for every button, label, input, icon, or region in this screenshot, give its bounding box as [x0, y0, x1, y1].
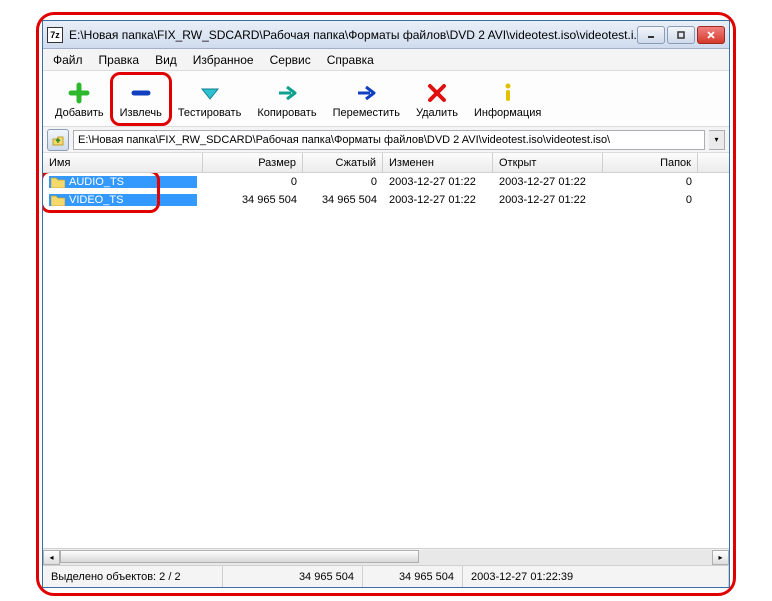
menu-file[interactable]: Файл	[45, 51, 91, 69]
row-name: AUDIO_TS	[69, 176, 124, 188]
menu-favorites[interactable]: Избранное	[185, 51, 262, 69]
title-bar: 7z E:\Новая папка\FIX_RW_SDCARD\Рабочая …	[43, 21, 729, 49]
close-icon	[706, 30, 716, 40]
col-modified[interactable]: Изменен	[383, 153, 493, 172]
move-label: Переместить	[333, 107, 400, 119]
col-folders[interactable]: Папок	[603, 153, 698, 172]
window-controls	[637, 26, 725, 44]
row-opened: 2003-12-27 01:22	[493, 194, 603, 206]
minimize-icon	[646, 30, 656, 40]
menu-tools[interactable]: Сервис	[262, 51, 319, 69]
add-button[interactable]: Добавить	[47, 73, 112, 125]
menu-edit[interactable]: Правка	[91, 51, 148, 69]
check-icon	[196, 79, 224, 107]
scroll-thumb[interactable]	[60, 550, 419, 563]
up-button[interactable]	[47, 129, 69, 151]
scroll-track[interactable]	[60, 550, 712, 565]
folder-icon	[51, 194, 65, 206]
menu-help[interactable]: Справка	[319, 51, 382, 69]
menu-bar: Файл Правка Вид Избранное Сервис Справка	[43, 49, 729, 71]
table-row[interactable]: AUDIO_TS 0 0 2003-12-27 01:22 2003-12-27…	[43, 173, 729, 191]
row-folders: 0	[603, 176, 698, 188]
toolbar: Добавить Извлечь Тестировать Копировать	[43, 71, 729, 127]
x-icon	[423, 79, 451, 107]
row-modified: 2003-12-27 01:22	[383, 194, 493, 206]
delete-button[interactable]: Удалить	[408, 73, 466, 125]
up-folder-icon	[51, 133, 65, 147]
app-icon: 7z	[47, 27, 63, 43]
test-label: Тестировать	[178, 107, 242, 119]
window-title: E:\Новая папка\FIX_RW_SDCARD\Рабочая пап…	[69, 28, 637, 42]
arrow-copy-icon	[273, 79, 301, 107]
test-button[interactable]: Тестировать	[170, 73, 250, 125]
extract-label: Извлечь	[120, 107, 162, 119]
main-window: 7z E:\Новая папка\FIX_RW_SDCARD\Рабочая …	[42, 20, 730, 588]
path-bar: ▾	[43, 127, 729, 153]
col-size[interactable]: Размер	[203, 153, 303, 172]
folder-icon	[51, 176, 65, 188]
file-list: Имя Размер Сжатый Изменен Открыт Папок A…	[43, 153, 729, 565]
copy-button[interactable]: Копировать	[249, 73, 324, 125]
info-button[interactable]: Информация	[466, 73, 549, 125]
info-label: Информация	[474, 107, 541, 119]
row-packed: 0	[303, 176, 383, 188]
col-name[interactable]: Имя	[43, 153, 203, 172]
status-size: 34 965 504	[223, 566, 363, 587]
row-size: 0	[203, 176, 303, 188]
menu-view[interactable]: Вид	[147, 51, 185, 69]
file-rows: AUDIO_TS 0 0 2003-12-27 01:22 2003-12-27…	[43, 173, 729, 548]
add-label: Добавить	[55, 107, 104, 119]
copy-label: Копировать	[257, 107, 316, 119]
table-row[interactable]: VIDEO_TS 34 965 504 34 965 504 2003-12-2…	[43, 191, 729, 209]
chevron-down-icon: ▾	[714, 135, 718, 144]
arrow-move-icon	[352, 79, 380, 107]
horizontal-scrollbar[interactable]: ◂ ▸	[43, 548, 729, 565]
maximize-icon	[676, 30, 686, 40]
row-opened: 2003-12-27 01:22	[493, 176, 603, 188]
row-modified: 2003-12-27 01:22	[383, 176, 493, 188]
triangle-right-icon: ▸	[718, 553, 722, 562]
row-name: VIDEO_TS	[69, 194, 123, 206]
scroll-right-button[interactable]: ▸	[712, 550, 729, 565]
maximize-button[interactable]	[667, 26, 695, 44]
status-packed: 34 965 504	[363, 566, 463, 587]
status-selected: Выделено объектов: 2 / 2	[43, 566, 223, 587]
row-folders: 0	[603, 194, 698, 206]
row-size: 34 965 504	[203, 194, 303, 206]
column-headers: Имя Размер Сжатый Изменен Открыт Папок	[43, 153, 729, 173]
close-button[interactable]	[697, 26, 725, 44]
path-input[interactable]	[73, 130, 705, 150]
triangle-left-icon: ◂	[49, 553, 53, 562]
status-bar: Выделено объектов: 2 / 2 34 965 504 34 9…	[43, 565, 729, 587]
col-opened[interactable]: Открыт	[493, 153, 603, 172]
delete-label: Удалить	[416, 107, 458, 119]
scroll-left-button[interactable]: ◂	[43, 550, 60, 565]
move-button[interactable]: Переместить	[325, 73, 408, 125]
extract-button[interactable]: Извлечь	[112, 73, 170, 125]
minimize-button[interactable]	[637, 26, 665, 44]
path-dropdown-button[interactable]: ▾	[709, 130, 725, 150]
status-datetime: 2003-12-27 01:22:39	[463, 566, 729, 587]
plus-icon	[65, 79, 93, 107]
minus-icon	[127, 79, 155, 107]
row-packed: 34 965 504	[303, 194, 383, 206]
col-packed[interactable]: Сжатый	[303, 153, 383, 172]
info-icon	[494, 79, 522, 107]
